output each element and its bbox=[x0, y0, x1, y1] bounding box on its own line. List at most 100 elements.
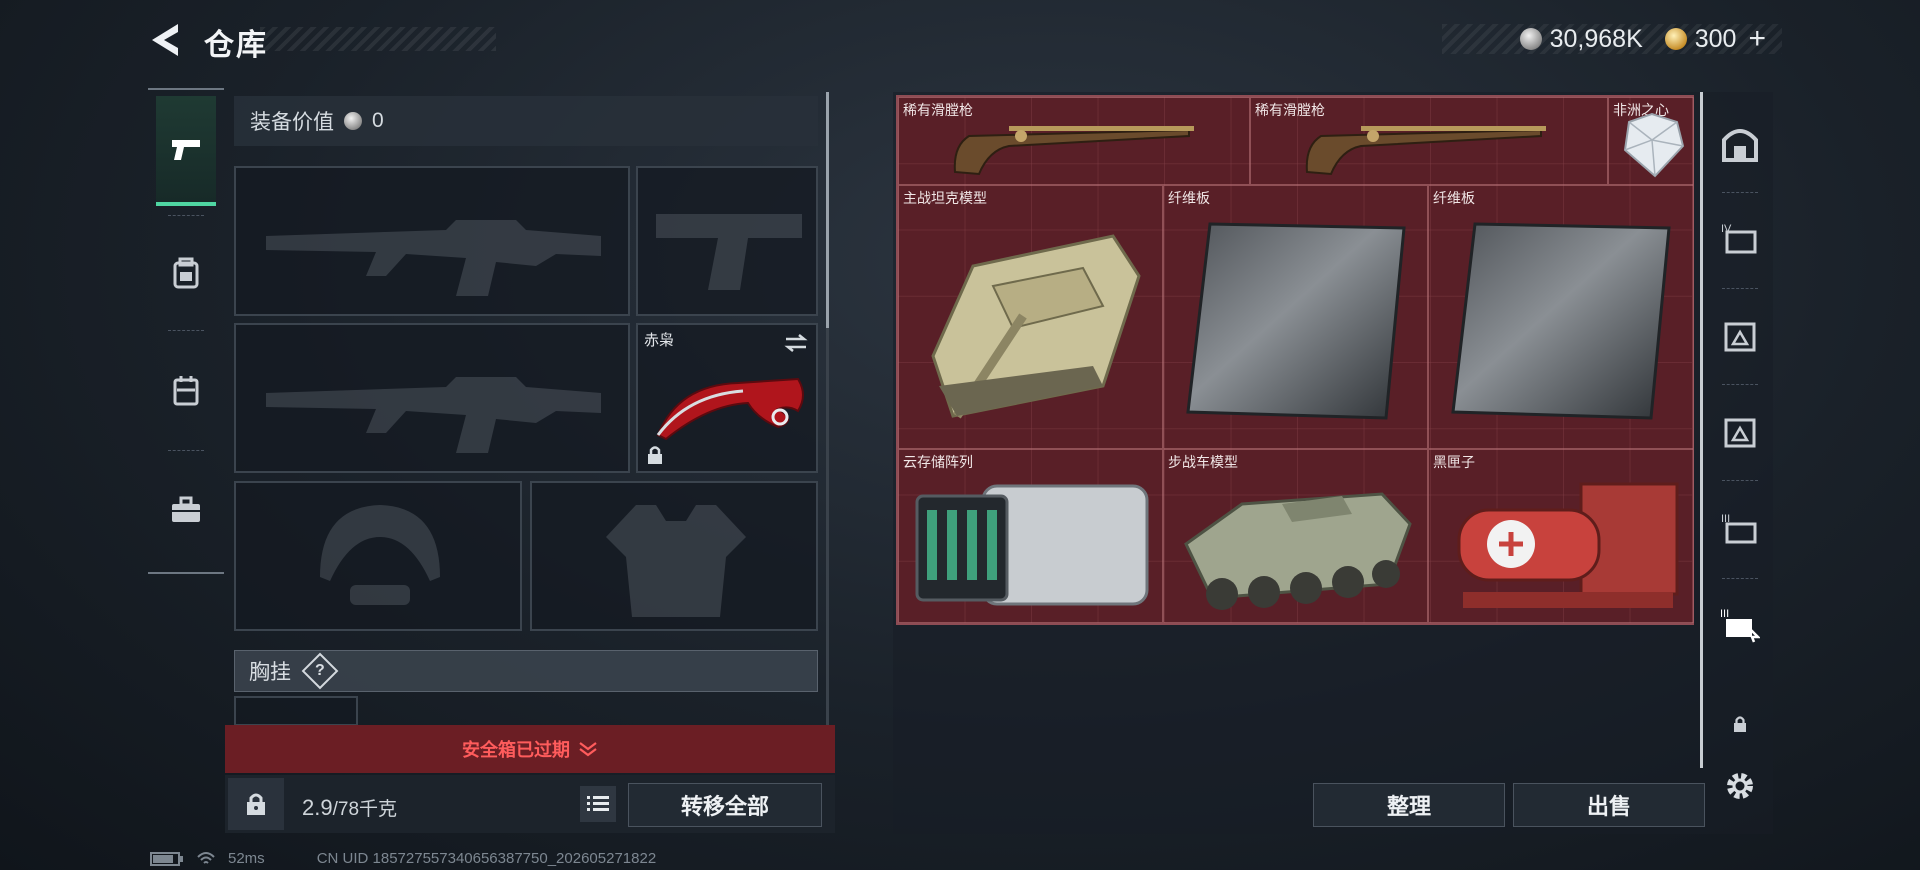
status-bar: 52ms CN UID 185727557340656387750_202605… bbox=[150, 850, 656, 867]
gold-coin-amount: 300 bbox=[1694, 24, 1737, 53]
silver-coin-icon bbox=[1519, 28, 1542, 50]
wifi-icon bbox=[197, 851, 215, 864]
helmet-slot[interactable] bbox=[234, 481, 522, 631]
pistol-silhouette-icon bbox=[656, 214, 802, 290]
weight-max: /78千克 bbox=[332, 799, 398, 820]
rifle-silhouette-icon bbox=[266, 377, 601, 453]
primary-weapon-slot-2[interactable] bbox=[234, 323, 630, 473]
storage-scrollbar[interactable] bbox=[1700, 92, 1703, 768]
storage-item-musket-2[interactable]: 稀有滑膛枪 bbox=[1250, 97, 1608, 185]
diamond-icon bbox=[1623, 112, 1685, 178]
silver-coin-amount: 30,968K bbox=[1549, 24, 1643, 53]
folder-4-icon: III bbox=[1721, 513, 1757, 544]
equipment-value: 0 bbox=[372, 109, 384, 132]
safe-room-button[interactable] bbox=[1716, 120, 1764, 168]
folder-3-icon bbox=[1724, 418, 1756, 448]
rail-separator bbox=[168, 330, 204, 331]
storage-page-1-button[interactable]: IV bbox=[1716, 214, 1764, 262]
musket-icon bbox=[1305, 126, 1546, 176]
tab-weapons[interactable] bbox=[156, 96, 216, 206]
storage-item-fiber-board-2[interactable]: 纤维板 bbox=[1428, 185, 1694, 449]
safebox-expired-text: 安全箱已过期 bbox=[462, 740, 570, 760]
chest-rig-slot[interactable] bbox=[234, 696, 358, 726]
primary-weapon-slot-1[interactable] bbox=[234, 166, 630, 316]
folder-5-icon: III bbox=[1720, 608, 1760, 643]
fiber-board-icon bbox=[1186, 222, 1406, 420]
armor-vest-silhouette-icon bbox=[606, 505, 746, 617]
chest-rig-label: 胸挂 bbox=[249, 661, 291, 684]
storage-item-diamond[interactable]: 非洲之心 bbox=[1608, 97, 1694, 185]
storage-page-3-button[interactable] bbox=[1716, 408, 1764, 456]
tab-briefcase[interactable] bbox=[156, 455, 216, 565]
lock-icon bbox=[648, 446, 662, 464]
rail-separator bbox=[1722, 192, 1758, 193]
safebox-lock-button[interactable] bbox=[228, 778, 284, 830]
padlock-icon bbox=[247, 793, 265, 815]
equipment-value-header: 装备价值 0 bbox=[234, 96, 818, 146]
rail-separator bbox=[1722, 288, 1758, 289]
lock-icon bbox=[1734, 716, 1746, 732]
fiber-board-icon bbox=[1451, 222, 1671, 420]
karambit-knife-icon bbox=[656, 377, 804, 441]
settings-button[interactable] bbox=[1716, 762, 1764, 810]
melee-slot[interactable]: 赤枭 bbox=[636, 323, 818, 473]
ping-value: 52ms bbox=[228, 850, 265, 867]
rail-separator bbox=[168, 450, 204, 451]
battery-icon bbox=[150, 851, 183, 866]
rail-separator bbox=[168, 215, 204, 216]
storage-item-tank-model[interactable]: 主战坦克模型 bbox=[898, 185, 1163, 449]
storage-item-musket-1[interactable]: 稀有滑膛枪 bbox=[898, 97, 1250, 185]
storage-item-black-box[interactable]: 黑匣子 bbox=[1428, 449, 1694, 623]
storage-item-ifv-model[interactable]: 步战车模型 bbox=[1163, 449, 1428, 623]
rail-separator bbox=[1722, 578, 1758, 579]
equipment-value-label: 装备价值 bbox=[250, 111, 334, 134]
storage-item-cloud-storage-array[interactable]: 云存储阵列 bbox=[898, 449, 1163, 623]
currency-bar: 30,968K 300 + bbox=[1442, 22, 1782, 56]
help-icon[interactable]: ? bbox=[301, 652, 339, 690]
folder-1-icon: IV bbox=[1721, 223, 1757, 254]
ifv-model-icon bbox=[1184, 492, 1412, 610]
rail-separator bbox=[1722, 384, 1758, 385]
svg-text:III: III bbox=[1720, 608, 1729, 620]
rail-separator bbox=[1722, 480, 1758, 481]
helmet-silhouette-icon bbox=[320, 505, 440, 605]
tank-model-icon bbox=[931, 234, 1141, 419]
safebox-weight: 2.9/78千克 bbox=[302, 794, 397, 821]
storage-page-4-button[interactable]: III bbox=[1716, 504, 1764, 552]
pistol-icon bbox=[172, 140, 200, 160]
settings-gear-icon bbox=[1727, 773, 1753, 799]
safe-room-icon bbox=[1722, 129, 1758, 162]
chest-rig-header: 胸挂 ? bbox=[234, 650, 818, 692]
locked-page-button[interactable] bbox=[1716, 700, 1764, 748]
armor-slot[interactable] bbox=[530, 481, 818, 631]
add-currency-button[interactable]: + bbox=[1748, 22, 1766, 56]
musket-icon bbox=[953, 126, 1194, 176]
storage-item-fiber-board-1[interactable]: 纤维板 bbox=[1163, 185, 1428, 449]
swap-icon[interactable] bbox=[784, 333, 808, 353]
tab-backpack[interactable] bbox=[156, 218, 216, 328]
rifle-silhouette-icon bbox=[266, 220, 601, 296]
back-arrow-icon[interactable] bbox=[148, 20, 182, 60]
user-uid: CN UID 185727557340656387750_20260527182… bbox=[316, 850, 657, 867]
chest-rig-icon bbox=[173, 376, 199, 406]
sort-button[interactable]: 整理 bbox=[1313, 783, 1505, 827]
melee-item-label: 赤枭 bbox=[644, 332, 675, 349]
sell-button[interactable]: 出售 bbox=[1513, 783, 1705, 827]
list-icon bbox=[587, 796, 609, 811]
storage-page-5-button[interactable]: III bbox=[1716, 600, 1764, 648]
safebox-expired-banner[interactable]: 安全箱已过期 bbox=[225, 725, 835, 773]
pistol-slot[interactable] bbox=[636, 166, 818, 316]
weight-current: 2.9 bbox=[302, 795, 333, 820]
rail-divider-top bbox=[148, 88, 224, 90]
silver-coin-icon bbox=[344, 112, 362, 130]
black-box-recorder-icon bbox=[1457, 482, 1679, 608]
transfer-all-button[interactable]: 转移全部 bbox=[628, 783, 822, 827]
storage-page-2-button[interactable] bbox=[1716, 312, 1764, 360]
tab-chest-rig[interactable] bbox=[156, 335, 216, 445]
equipment-scroll-thumb[interactable] bbox=[826, 92, 829, 328]
list-view-button[interactable] bbox=[580, 786, 616, 822]
gold-coin-icon bbox=[1664, 28, 1687, 50]
rail-divider-bottom bbox=[148, 572, 224, 574]
page-title: 仓库 bbox=[204, 29, 268, 62]
briefcase-icon bbox=[172, 496, 200, 522]
